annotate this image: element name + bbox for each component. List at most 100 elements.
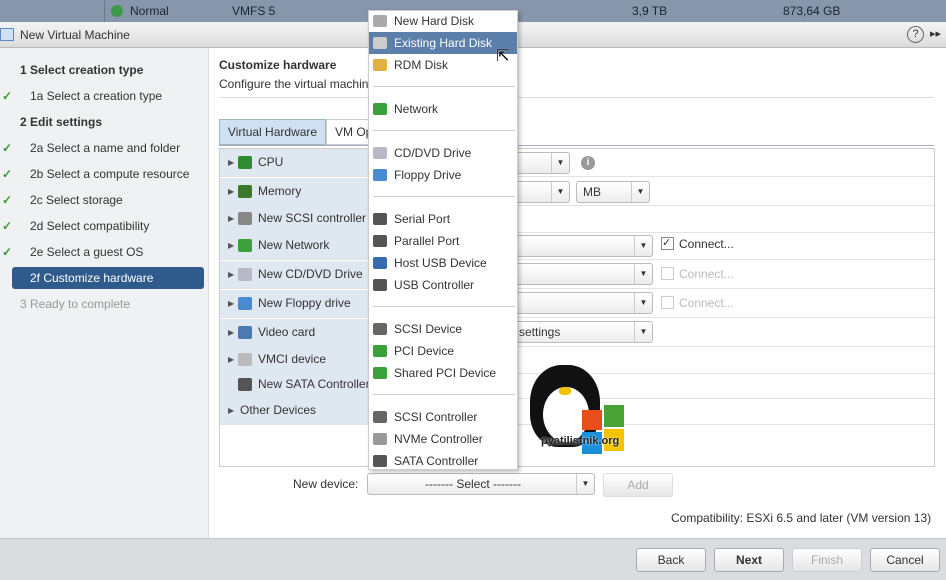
menu-item-usb-controller[interactable]: USB Controller	[369, 274, 517, 296]
expand-arrow-icon[interactable]: ▶	[228, 205, 234, 232]
menu-item-label: RDM Disk	[394, 58, 448, 72]
expand-arrow-icon[interactable]: ▶	[228, 346, 234, 373]
cddvd-select[interactable]: ▼	[500, 263, 653, 285]
device-icon	[373, 213, 387, 225]
floppy-connect-checkbox[interactable]	[661, 296, 674, 309]
watermark-logo: pyatilistnik.org	[527, 365, 627, 462]
menu-separator	[373, 306, 515, 307]
page-subtitle: Configure the virtual machin	[219, 77, 369, 91]
hardware-row-label: New Floppy drive	[258, 296, 351, 310]
info-icon[interactable]: i	[581, 156, 595, 170]
finish-button[interactable]: Finish	[792, 548, 862, 572]
wizard-step[interactable]: ✓ 2b Select a compute resource	[0, 163, 209, 185]
menu-item-label: Serial Port	[394, 212, 451, 226]
memory-unit-select[interactable]: MB ▼	[576, 181, 650, 203]
menu-item-serial-port[interactable]: Serial Port	[369, 208, 517, 230]
wizard-steps: 1 Select creation type ✓ 1a Select a creat…	[0, 48, 209, 538]
wizard-step[interactable]: ✓ 2c Select storage	[0, 189, 209, 211]
device-icon	[373, 59, 387, 71]
menu-item-floppy-drive[interactable]: Floppy Drive	[369, 164, 517, 186]
menu-item-label: PCI Device	[394, 344, 455, 358]
wizard-step[interactable]: 3 Ready to complete	[0, 293, 209, 315]
step-label: 1a Select a creation type	[30, 89, 163, 103]
expand-arrow-icon[interactable]: ▶	[228, 178, 234, 205]
hardware-row-label: New SATA Controller	[258, 377, 368, 391]
back-button[interactable]: Back	[636, 548, 706, 572]
menu-item-scsi-controller[interactable]: SCSI Controller	[369, 406, 517, 428]
wizard-step[interactable]: 2f Customize hardware	[12, 267, 204, 289]
check-icon: ✓	[2, 89, 13, 103]
device-icon	[238, 326, 252, 339]
step-label: 2 Edit settings	[20, 115, 103, 129]
next-button[interactable]: Next	[714, 548, 784, 572]
new-device-label: New device:	[293, 477, 359, 491]
hardware-row-label: New SCSI controller	[258, 211, 367, 225]
device-icon	[373, 411, 387, 423]
menu-item-label: Parallel Port	[394, 234, 460, 248]
expand-arrow-icon[interactable]: ▶	[228, 397, 234, 424]
device-icon	[373, 15, 387, 27]
page-title: Customize hardware	[219, 58, 337, 72]
step-label: 3 Ready to complete	[20, 297, 131, 311]
floppy-select[interactable]: ▼	[500, 292, 653, 314]
device-icon	[373, 147, 387, 159]
wizard-step[interactable]: ✓ 2a Select a name and folder	[0, 137, 209, 159]
expand-arrow-icon[interactable]: ▶	[228, 232, 234, 259]
menu-item-label: SCSI Device	[394, 322, 463, 336]
expand-arrow-icon[interactable]: ▶	[228, 261, 234, 288]
wizard-step[interactable]: ✓ 2d Select compatibility	[0, 215, 209, 237]
check-icon: ✓	[2, 167, 13, 181]
new-device-select[interactable]: ------- Select ------- ▼	[367, 473, 595, 495]
capacity-text: 3,9 TB	[632, 4, 668, 18]
tab-virtual-hardware[interactable]: Virtual Hardware	[219, 119, 326, 145]
menu-item-network[interactable]: Network	[369, 98, 517, 120]
menu-item-label: SATA Controller	[394, 454, 479, 468]
expand-arrow-icon[interactable]: ▶	[228, 319, 234, 346]
menu-separator	[373, 130, 515, 131]
video-select[interactable]: settings ▼	[500, 321, 653, 343]
wizard-step[interactable]: 1 Select creation type	[0, 59, 209, 81]
expand-button[interactable]: ▸▸	[930, 27, 941, 40]
check-icon: ✓	[2, 245, 13, 259]
cancel-button[interactable]: Cancel	[870, 548, 940, 572]
hardware-row[interactable]: ▶ CPU	[220, 149, 934, 177]
menu-separator	[373, 196, 515, 197]
step-label: 2f Customize hardware	[30, 271, 154, 285]
menu-item-scsi-device[interactable]: SCSI Device	[369, 318, 517, 340]
device-icon	[373, 345, 387, 357]
device-icon	[373, 323, 387, 335]
menu-item-label: Floppy Drive	[394, 168, 462, 182]
wizard-step[interactable]: 2 Edit settings	[0, 111, 209, 133]
cddvd-connect-checkbox[interactable]	[661, 267, 674, 280]
wizard-step[interactable]: ✓ 1a Select a creation type	[0, 85, 209, 107]
menu-item-cd-dvd-drive[interactable]: CD/DVD Drive	[369, 142, 517, 164]
hardware-row[interactable]: ▶ New SCSI controller	[220, 205, 934, 233]
add-button[interactable]: Add	[603, 473, 673, 497]
wizard-step[interactable]: ✓ 2e Select a guest OS	[0, 241, 209, 263]
menu-item-rdm-disk[interactable]: RDM Disk	[369, 54, 517, 76]
help-button[interactable]: ?	[907, 26, 924, 43]
expand-arrow-icon[interactable]: ▶	[228, 290, 234, 317]
check-icon: ✓	[2, 141, 13, 155]
menu-item-nvme-controller[interactable]: NVMe Controller	[369, 428, 517, 450]
network-select[interactable]: ▼	[500, 235, 653, 257]
menu-item-new-hard-disk[interactable]: New Hard Disk	[369, 10, 517, 32]
menu-item-pci-device[interactable]: PCI Device	[369, 340, 517, 362]
status-text: Normal	[130, 4, 169, 18]
menu-item-sata-controller[interactable]: SATA Controller	[369, 450, 517, 472]
step-label: 2d Select compatibility	[30, 219, 150, 233]
floppy-connect-label: Connect...	[679, 296, 734, 310]
menu-item-existing-hard-disk[interactable]: Existing Hard Disk	[369, 32, 517, 54]
device-icon	[373, 257, 387, 269]
device-icon	[373, 103, 387, 115]
menu-item-parallel-port[interactable]: Parallel Port	[369, 230, 517, 252]
step-label: 2a Select a name and folder	[30, 141, 181, 155]
expand-arrow-icon[interactable]: ▶	[228, 149, 234, 176]
hardware-row-label: CPU	[258, 155, 284, 169]
compatibility-text: Compatibility: ESXi 6.5 and later (VM ve…	[671, 511, 932, 525]
menu-item-label: Existing Hard Disk	[394, 36, 493, 50]
menu-item-shared-pci-device[interactable]: Shared PCI Device	[369, 362, 517, 384]
menu-item-host-usb-device[interactable]: Host USB Device	[369, 252, 517, 274]
network-connect-checkbox[interactable]: ✓	[661, 237, 674, 250]
hardware-row-label: Other Devices	[240, 403, 317, 417]
